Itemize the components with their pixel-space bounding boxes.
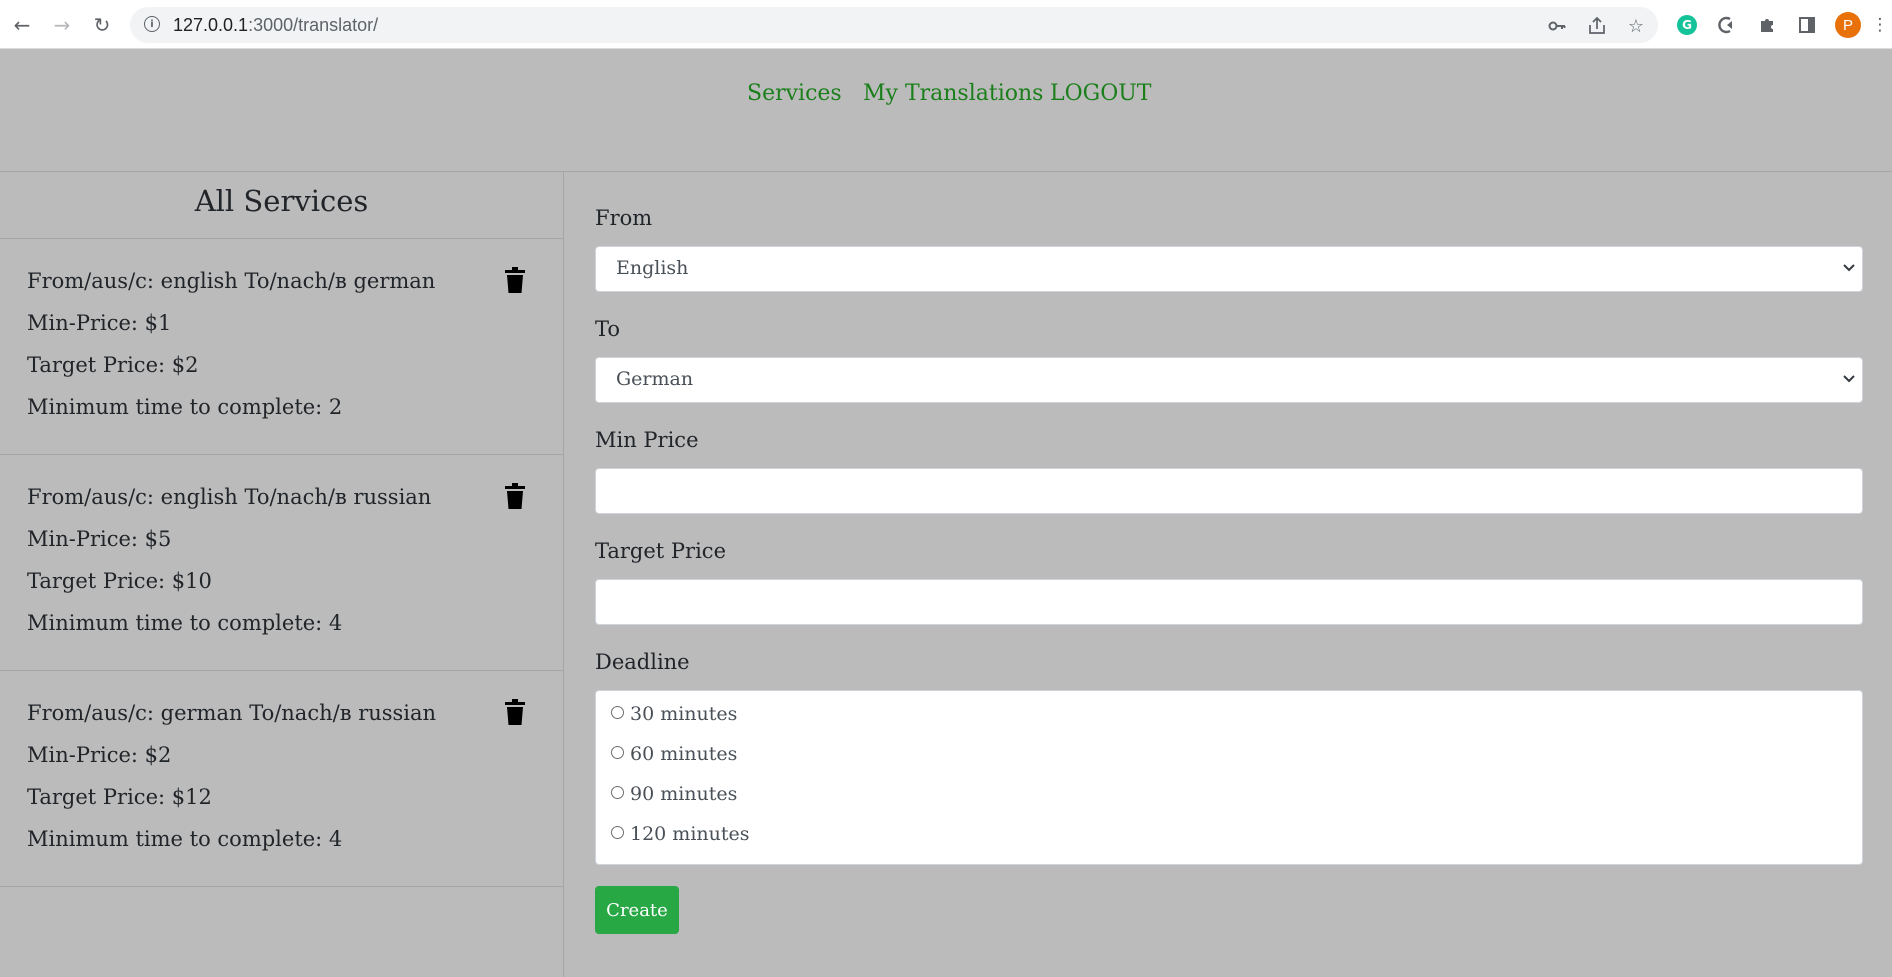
forward-arrow-icon[interactable]: → (49, 12, 75, 38)
target-price-input[interactable] (595, 579, 1863, 625)
extension-arrow-icon[interactable] (1715, 12, 1741, 38)
service-route: From/aus/c: english To/nach/в russian (27, 485, 432, 509)
deadline-option-90[interactable]: 90 minutes (611, 783, 737, 805)
trash-icon[interactable] (504, 699, 526, 725)
reload-icon[interactable]: ↻ (89, 12, 115, 38)
to-label: To (595, 317, 621, 341)
from-selected-value: English (616, 257, 689, 279)
share-icon[interactable] (1586, 15, 1608, 37)
url-path: :3000/translator/ (248, 15, 379, 35)
grammarly-extension-icon[interactable]: G (1677, 15, 1697, 35)
url-text[interactable]: 127.0.0.1:3000/translator/ (173, 15, 378, 36)
to-selected-value: German (616, 368, 694, 390)
profile-avatar[interactable]: P (1835, 12, 1861, 38)
chevron-down-icon (1843, 264, 1855, 272)
service-min-time: Minimum time to complete: 4 (27, 827, 343, 851)
service-min-price: Min-Price: $5 (27, 527, 172, 551)
deadline-option-60[interactable]: 60 minutes (611, 743, 737, 765)
browser-toolbar: ← → ↻ i 127.0.0.1:3000/translator/ ☆ G P… (0, 0, 1892, 49)
create-button[interactable]: Create (595, 886, 679, 934)
nav-my-translations-link[interactable]: My Translations (863, 81, 1043, 106)
radio-button[interactable] (611, 825, 624, 839)
service-min-time: Minimum time to complete: 2 (27, 395, 343, 419)
services-sidebar: All Services From/aus/c: english To/nach… (0, 172, 564, 977)
trash-icon[interactable] (504, 483, 526, 509)
deadline-option-label: 120 minutes (630, 823, 750, 845)
service-min-time: Minimum time to complete: 4 (27, 611, 343, 635)
browser-menu-icon[interactable]: ⋮ (1872, 12, 1889, 38)
min-price-input[interactable] (595, 468, 1863, 514)
service-card: From/aus/c: german To/nach/в russian Min… (0, 671, 563, 887)
target-price-label: Target Price (595, 539, 726, 563)
service-card: From/aus/c: english To/nach/в russian Mi… (0, 455, 563, 671)
site-info-icon[interactable]: i (144, 16, 160, 32)
chevron-down-icon (1843, 375, 1855, 383)
deadline-option-120[interactable]: 120 minutes (611, 823, 750, 845)
from-label: From (595, 206, 653, 230)
side-panel-icon[interactable] (1794, 12, 1820, 38)
service-target-price: Target Price: $10 (27, 569, 212, 593)
to-select[interactable]: German (595, 357, 1863, 403)
service-route: From/aus/c: german To/nach/в russian (27, 701, 437, 725)
url-host: 127.0.0.1 (173, 15, 249, 35)
trash-icon[interactable] (504, 267, 526, 293)
deadline-option-label: 60 minutes (630, 743, 738, 765)
service-card: From/aus/c: english To/nach/в german Min… (0, 239, 563, 455)
min-price-label: Min Price (595, 428, 699, 452)
deadline-option-30[interactable]: 30 minutes (611, 703, 737, 725)
key-icon[interactable] (1546, 15, 1568, 37)
nav-services-link[interactable]: Services (747, 81, 842, 106)
radio-button[interactable] (611, 785, 624, 799)
nav-logout-link[interactable]: LOGOUT (1050, 81, 1151, 106)
service-target-price: Target Price: $2 (27, 353, 199, 377)
bookmark-star-icon[interactable]: ☆ (1625, 15, 1647, 37)
back-arrow-icon[interactable]: ← (9, 12, 35, 38)
address-bar[interactable]: i 127.0.0.1:3000/translator/ ☆ (130, 7, 1658, 43)
puzzle-extensions-icon[interactable] (1754, 12, 1780, 38)
radio-button[interactable] (611, 745, 624, 759)
top-navigation: Services My Translations LOGOUT (0, 49, 1892, 172)
from-select[interactable]: English (595, 246, 1863, 292)
service-min-price: Min-Price: $2 (27, 743, 172, 767)
deadline-label: Deadline (595, 650, 690, 674)
service-target-price: Target Price: $12 (27, 785, 212, 809)
radio-button[interactable] (611, 705, 624, 719)
deadline-option-label: 30 minutes (630, 703, 738, 725)
service-route: From/aus/c: english To/nach/в german (27, 269, 436, 293)
deadline-radio-group: 30 minutes 60 minutes 90 minutes 120 min… (595, 690, 1863, 865)
service-min-price: Min-Price: $1 (27, 311, 172, 335)
deadline-option-label: 90 minutes (630, 783, 738, 805)
sidebar-title: All Services (0, 172, 563, 239)
